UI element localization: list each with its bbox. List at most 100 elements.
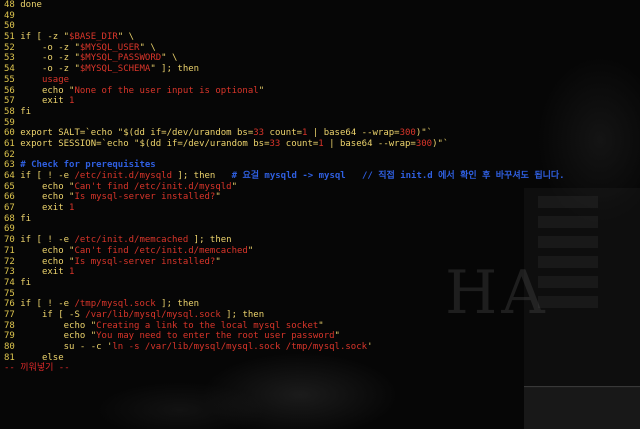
code-line[interactable]: 78 echo "Creating a link to the local my… <box>4 321 565 332</box>
line-number: 74 <box>4 277 21 288</box>
code-text: " <box>334 331 340 342</box>
code-string: $MYSQL_SCHEMA <box>79 64 151 75</box>
code-text: ' <box>367 342 373 352</box>
code-text: | base64 --wrap= <box>323 138 416 149</box>
code-text: echo " <box>20 85 75 96</box>
code-line[interactable]: 51 if [ -z "$BASE_DIR" \ <box>4 32 565 43</box>
code-string: $MYSQL_USER <box>79 42 140 53</box>
code-line[interactable]: 68 fi <box>4 214 565 225</box>
line-number: 68 <box>4 213 21 224</box>
line-number: 69 <box>4 224 21 235</box>
code-text: if [ ! -e <box>20 299 75 310</box>
code-line[interactable]: 54 -o -z "$MYSQL_SCHEMA" ]; then <box>4 64 565 75</box>
code-line[interactable]: 63 # Check for prerequisites <box>4 160 565 171</box>
code-string: You may need to enter the root user pass… <box>96 331 335 342</box>
code-line[interactable]: 74 fi <box>4 278 565 289</box>
line-number: 58 <box>4 106 21 117</box>
terminal-window[interactable]: HA 48 done 49 50 51 if [ -z "$BASE_DIR" \… <box>0 0 640 429</box>
code-line[interactable]: 56 echo "None of the user input is optio… <box>4 86 565 97</box>
code-line[interactable]: 64 if [ ! -e /etc/init.d/mysqld ]; then … <box>4 171 565 182</box>
code-line[interactable]: 59 <box>4 118 565 129</box>
code-string: /var/lib/mysql/mysql.sock <box>85 309 221 320</box>
code-string: 33 <box>269 138 281 149</box>
code-comment: # Check for prerequisites <box>20 160 156 171</box>
code-text: echo " <box>20 256 75 267</box>
code-line[interactable]: 66 echo "Is mysql-server installed?" <box>4 192 565 203</box>
code-comment: # 요걸 mysqld -> mysql // 직접 init.d 에서 확인 … <box>231 171 565 181</box>
line-number: 63 <box>4 160 21 171</box>
code-text: fi <box>20 277 32 288</box>
code-text: else <box>20 352 64 363</box>
line-number: 66 <box>4 192 21 203</box>
code-string: 300 <box>415 138 433 149</box>
code-text: echo " <box>20 245 75 256</box>
code-line[interactable]: 71 echo "Can't find /etc/init.d/memcache… <box>4 246 565 257</box>
code-line[interactable]: 76 if [ ! -e /tmp/mysql.sock ]; then <box>4 299 565 310</box>
code-line[interactable]: 61 export SESSION=`echo "$(dd if=/dev/ur… <box>4 139 565 150</box>
line-number: 81 <box>4 352 21 363</box>
code-text: done <box>20 0 42 10</box>
code-line[interactable]: 60 export SALT=`echo "$(dd if=/dev/urand… <box>4 128 565 139</box>
line-number: 52 <box>4 42 21 53</box>
code-string: /etc/init.d/memcached <box>74 235 189 246</box>
code-line[interactable]: 70 if [ ! -e /etc/init.d/memcached ]; th… <box>4 235 565 246</box>
line-number: 76 <box>4 299 21 310</box>
code-text: ]; then <box>220 309 265 320</box>
line-number: 53 <box>4 53 21 64</box>
code-text: )"` <box>415 128 433 139</box>
code-string: $MYSQL_PASSWORD <box>79 53 162 64</box>
code-text: if [ ! -e <box>20 171 75 181</box>
line-number: 48 <box>4 0 21 10</box>
line-number: 73 <box>4 267 21 278</box>
code-line[interactable]: 75 <box>4 289 565 300</box>
code-text: echo " <box>20 192 75 203</box>
code-string: 300 <box>399 128 416 139</box>
code-string: None of the user input is optional <box>74 85 259 96</box>
code-text: -o -z " <box>20 64 80 75</box>
code-line[interactable]: 72 echo "Is mysql-server installed?" <box>4 257 565 268</box>
code-string: Is mysql-server installed? <box>74 256 216 267</box>
code-line[interactable]: 48 done <box>4 0 565 11</box>
code-line[interactable]: 79 echo "You may need to enter the root … <box>4 331 565 342</box>
line-number: 50 <box>4 21 21 32</box>
code-line[interactable]: 57 exit 1 <box>4 96 565 107</box>
code-text: " <box>215 256 221 267</box>
code-text: " ]; then <box>150 64 200 75</box>
code-text: fi <box>20 106 32 117</box>
code-text: echo " <box>20 331 97 342</box>
code-text: " <box>258 85 265 96</box>
code-line[interactable]: 69 <box>4 224 565 235</box>
code-string: Creating a link to the local mysql socke… <box>96 320 319 331</box>
code-text: fi <box>20 213 32 224</box>
code-line[interactable]: 53 -o -z "$MYSQL_PASSWORD" \ <box>4 53 565 64</box>
code-buffer[interactable]: 48 done 49 50 51 if [ -z "$BASE_DIR" \ 52 … <box>4 0 565 363</box>
code-line[interactable]: 55 usage <box>4 75 565 86</box>
code-line[interactable]: 67 exit 1 <box>4 203 565 214</box>
line-number: 78 <box>4 320 21 331</box>
code-text: " \ <box>161 53 178 64</box>
code-line[interactable]: 77 if [ -S /var/lib/mysql/mysql.sock ]; … <box>4 310 565 321</box>
code-text: | base64 --wrap= <box>307 128 400 139</box>
vim-mode-indicator: -- 끼워넣기 -- <box>4 363 70 373</box>
line-number: 55 <box>4 74 21 85</box>
code-line[interactable]: 58 fi <box>4 107 565 118</box>
code-text: " <box>318 320 324 331</box>
line-number: 70 <box>4 235 21 246</box>
code-line[interactable]: 73 exit 1 <box>4 267 565 278</box>
desktop-bottom-widget <box>524 386 640 429</box>
code-line[interactable]: 50 <box>4 21 565 32</box>
code-line[interactable]: 52 -o -z "$MYSQL_USER" \ <box>4 43 565 54</box>
code-line[interactable]: 80 su - -c 'ln -s /var/lib/mysql/mysql.s… <box>4 342 565 353</box>
code-text: if [ -S <box>20 309 86 320</box>
line-number: 62 <box>4 149 21 160</box>
code-line[interactable]: 62 <box>4 150 565 161</box>
code-line[interactable]: 81 else <box>4 353 565 364</box>
code-text: " \ <box>117 32 135 43</box>
code-line[interactable]: 65 echo "Can't find /etc/init.d/mysqld" <box>4 182 565 193</box>
code-text: " \ <box>139 42 156 53</box>
code-text: ]; then <box>188 235 232 246</box>
line-number: 61 <box>4 138 21 149</box>
line-number: 51 <box>4 32 21 43</box>
code-line[interactable]: 49 <box>4 11 565 22</box>
code-text: count= <box>280 138 319 149</box>
